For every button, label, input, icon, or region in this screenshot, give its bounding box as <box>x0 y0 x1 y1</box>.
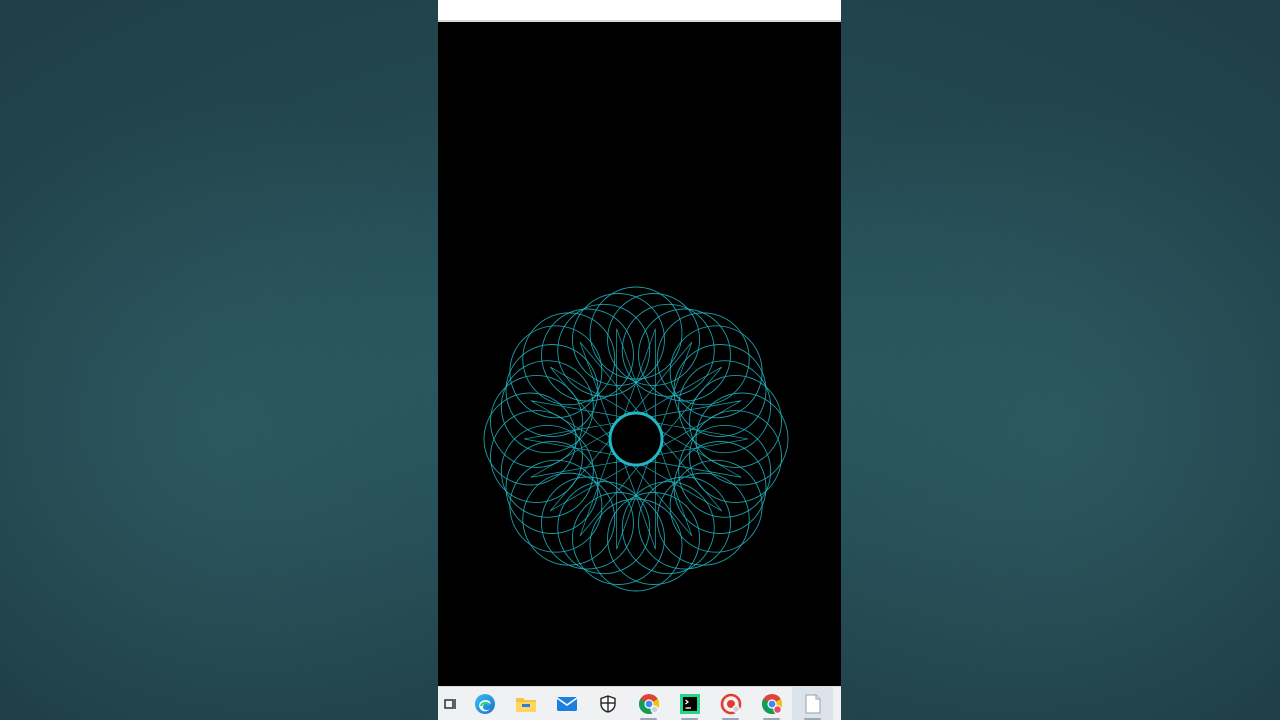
spiro-loop <box>695 392 789 486</box>
spiro-loop <box>571 492 665 585</box>
spiro-loop <box>541 476 634 570</box>
spiro-loop <box>669 325 763 419</box>
turtle-canvas[interactable] <box>438 22 841 685</box>
spiro-loop <box>638 308 731 402</box>
pycharm-button[interactable] <box>669 687 710 720</box>
spiro-loop <box>509 325 603 419</box>
mail-button[interactable] <box>546 687 587 720</box>
spiro-center-ring <box>608 411 664 467</box>
window-titlebar[interactable] <box>438 0 841 22</box>
file-explorer-icon <box>515 698 536 712</box>
notepad-button[interactable] <box>792 687 833 720</box>
chrome-profile-button[interactable] <box>751 687 792 720</box>
spiro-loop <box>607 492 701 585</box>
spiro-loop <box>541 308 634 402</box>
spiro-loop <box>656 472 750 566</box>
task-view-button[interactable] <box>438 687 464 720</box>
task-view-icon <box>444 699 456 709</box>
windows-taskbar <box>438 686 841 720</box>
spiro-loop <box>505 441 599 534</box>
spiro-loop <box>638 476 731 570</box>
background-right-panel <box>841 0 1280 720</box>
file-explorer-button[interactable] <box>505 687 546 720</box>
spiro-loop <box>656 312 750 406</box>
screen-recording-frame <box>438 0 841 720</box>
spiro-loop <box>571 293 665 386</box>
background-left-panel <box>0 0 438 720</box>
spiro-loop <box>483 392 577 486</box>
spiro-loop <box>669 459 763 553</box>
spiro-loop <box>589 286 683 380</box>
pycharm-icon <box>679 694 700 714</box>
recorder-icon <box>720 693 741 715</box>
chrome-button[interactable] <box>628 687 669 720</box>
screen-recorder-button[interactable] <box>710 687 751 720</box>
spiro-loop <box>522 472 616 566</box>
mail-icon <box>556 697 577 711</box>
spiro-loop <box>509 459 603 553</box>
spiro-loop <box>522 312 616 406</box>
spiro-loop <box>673 441 767 534</box>
security-shield-icon <box>599 695 616 713</box>
spirograph-drawing <box>483 286 789 592</box>
spiro-loop <box>589 498 683 592</box>
security-button[interactable] <box>587 687 628 720</box>
chrome-profile-icon <box>761 694 782 714</box>
chrome-icon <box>638 694 659 714</box>
spiro-loop <box>673 344 767 437</box>
spiro-loop <box>607 293 701 386</box>
edge-browser-icon <box>474 694 495 714</box>
edge-browser-button[interactable] <box>464 687 505 720</box>
notepad-icon <box>805 694 820 714</box>
spiro-loop <box>505 344 599 437</box>
